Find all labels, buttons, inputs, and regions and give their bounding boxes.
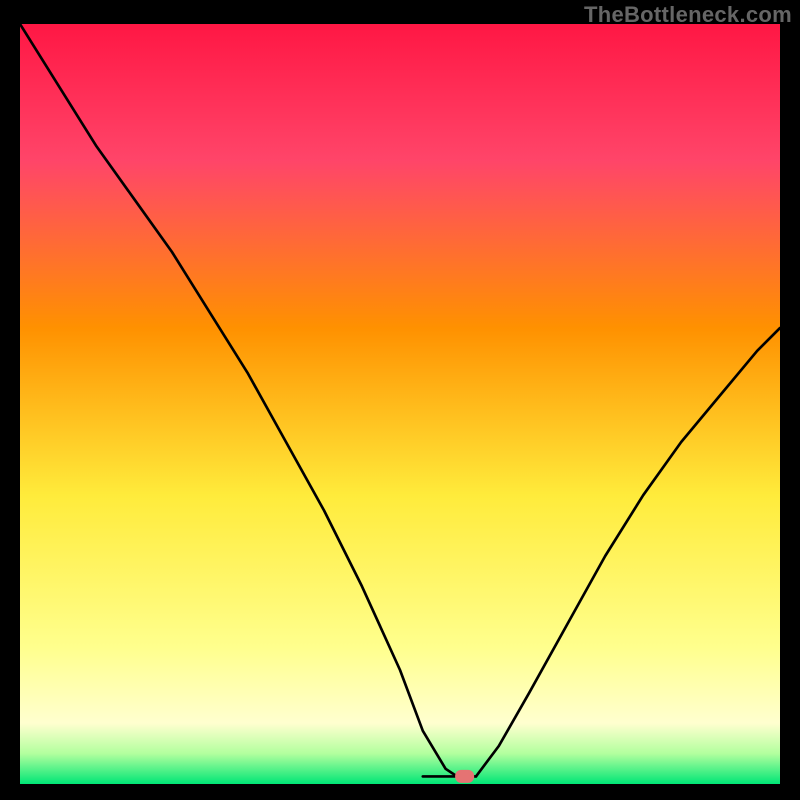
curve-layer (20, 24, 780, 784)
left-curve (20, 24, 457, 776)
right-curve (476, 328, 780, 776)
plot-area (20, 24, 780, 784)
minimum-marker (455, 770, 475, 782)
chart-container: TheBottleneck.com (0, 0, 800, 800)
watermark-text: TheBottleneck.com (584, 2, 792, 28)
